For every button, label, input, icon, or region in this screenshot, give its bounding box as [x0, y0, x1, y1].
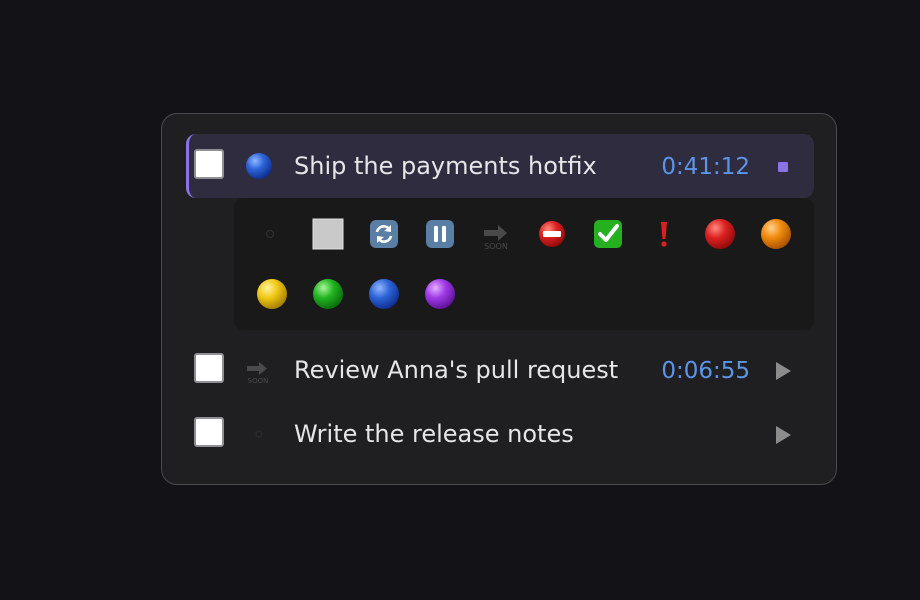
task-title[interactable]: Ship the payments hotfix [294, 152, 597, 180]
task-title[interactable]: Write the release notes [294, 420, 574, 448]
task-checkbox[interactable] [194, 353, 224, 383]
play-icon[interactable] [772, 424, 794, 446]
green-circle-icon[interactable] [308, 274, 348, 314]
soon-label: SOON [248, 377, 269, 385]
pause-icon[interactable] [420, 214, 460, 254]
none-icon[interactable] [244, 419, 274, 449]
task-checkbox[interactable] [194, 149, 224, 179]
task-timer: 0:41:12 [661, 154, 750, 180]
play-icon[interactable] [772, 360, 794, 382]
task-panel: Ship the payments hotfix 0:41:12 SOON SO… [161, 113, 837, 485]
purple-circle-icon[interactable] [420, 274, 460, 314]
yellow-circle-icon[interactable] [252, 274, 292, 314]
task-row-write-release-notes[interactable]: Write the release notes [186, 402, 814, 466]
task-title[interactable]: Review Anna's pull request [294, 356, 618, 384]
exclamation-icon[interactable] [644, 214, 684, 254]
white-square-icon[interactable] [308, 214, 348, 254]
task-row-ship-payments-hotfix[interactable]: Ship the payments hotfix 0:41:12 [186, 134, 814, 198]
task-checkbox[interactable] [194, 417, 224, 447]
marker-picker: SOON [234, 198, 814, 330]
check-mark-icon[interactable] [588, 214, 628, 254]
stop-icon[interactable] [772, 156, 794, 178]
blue-circle-icon[interactable] [364, 274, 404, 314]
soon-label: SOON [484, 242, 508, 251]
refresh-icon[interactable] [364, 214, 404, 254]
task-timer: 0:06:55 [661, 358, 750, 384]
orange-circle-icon[interactable] [756, 214, 796, 254]
task-row-review-pull-request[interactable]: SOON Review Anna's pull request 0:06:55 [186, 338, 814, 402]
soon-arrow-icon[interactable]: SOON [476, 214, 516, 254]
soon-arrow-icon[interactable]: SOON [244, 355, 274, 385]
no-entry-icon[interactable] [532, 214, 572, 254]
none-icon[interactable] [250, 214, 290, 254]
blue-circle-icon[interactable] [244, 151, 274, 181]
red-circle-icon[interactable] [700, 214, 740, 254]
